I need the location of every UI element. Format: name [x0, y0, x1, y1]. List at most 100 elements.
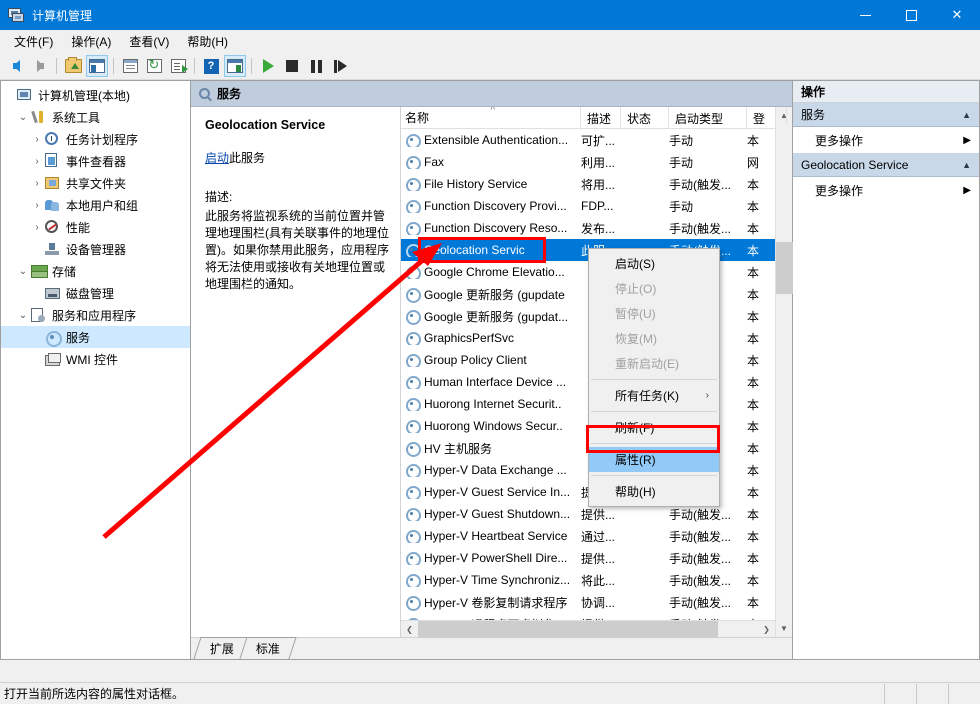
- context-menu-item[interactable]: 刷新(F): [589, 415, 719, 440]
- refresh-icon[interactable]: [143, 55, 165, 77]
- tree-expander-icon[interactable]: ›: [29, 134, 45, 145]
- menu-item-2[interactable]: 查看(V): [120, 30, 178, 53]
- actions-more-actions-item[interactable]: 更多操作▶: [793, 177, 979, 203]
- cell-name: HV 主机服务: [401, 440, 581, 457]
- hscroll-track[interactable]: [418, 621, 758, 637]
- table-row[interactable]: Hyper-V 远程桌面虚拟化...提供...手动(触发...本: [401, 613, 775, 620]
- close-button[interactable]: ✕: [934, 0, 980, 30]
- table-row[interactable]: Hyper-V Time Synchroniz...将此...手动(触发...本: [401, 569, 775, 591]
- show-console-tree-icon[interactable]: [86, 55, 108, 77]
- back-arrow-icon[interactable]: [5, 55, 27, 77]
- restart-service-icon[interactable]: [329, 55, 351, 77]
- tree-item-3[interactable]: ›事件查看器: [1, 150, 190, 172]
- column-header-desc[interactable]: 描述: [581, 107, 621, 128]
- horizontal-scrollbar[interactable]: ❮ ❯: [401, 620, 775, 637]
- properties-icon[interactable]: [119, 55, 141, 77]
- menu-item-0[interactable]: 文件(F): [5, 30, 62, 53]
- tree-expander-icon[interactable]: ›: [29, 178, 45, 189]
- tree-item-8[interactable]: ⌄ 存储: [1, 260, 190, 282]
- table-row[interactable]: File History Service将用...手动(触发...本: [401, 173, 775, 195]
- service-name-label: Google 更新服务 (gupdate: [424, 286, 565, 303]
- menu-item-3[interactable]: 帮助(H): [178, 30, 237, 53]
- tree-item-9[interactable]: 磁盘管理: [1, 282, 190, 304]
- start-service-link-row: 启动此服务: [205, 150, 390, 167]
- tree-expander-icon[interactable]: ⌄: [15, 310, 31, 321]
- list-header: 名称^描述状态启动类型登: [401, 107, 775, 129]
- context-menu-item[interactable]: 所有任务(K)›: [589, 383, 719, 408]
- table-row[interactable]: Fax利用...手动网: [401, 151, 775, 173]
- console-tree[interactable]: 计算机管理(本地)⌄系统工具›任务计划程序›事件查看器›共享文件夹›本地用户和组…: [0, 80, 190, 660]
- tree-item-label: 设备管理器: [66, 241, 126, 258]
- toolbar-separator: [194, 58, 195, 74]
- scroll-right-button[interactable]: ❯: [758, 621, 775, 637]
- scroll-left-button[interactable]: ❮: [401, 621, 418, 637]
- tree-item-0[interactable]: 计算机管理(本地): [1, 84, 190, 106]
- context-menu-item[interactable]: 属性(R): [589, 447, 719, 472]
- tree-expander-icon[interactable]: ⌄: [15, 266, 31, 277]
- tree-item-2[interactable]: ›任务计划程序: [1, 128, 190, 150]
- tree-expander-icon[interactable]: ⌄: [15, 112, 31, 123]
- context-menu-item[interactable]: 启动(S): [589, 251, 719, 276]
- cell-logon: 本: [747, 132, 775, 149]
- maximize-button[interactable]: [888, 0, 934, 30]
- view-tabs: 扩展标准: [191, 637, 792, 659]
- actions-group-header[interactable]: Geolocation Service▲: [793, 153, 979, 177]
- menu-item-1[interactable]: 操作(A): [62, 30, 120, 53]
- start-service-link[interactable]: 启动: [205, 151, 229, 165]
- cell-logon: 本: [747, 418, 775, 435]
- tree-item-10[interactable]: ⌄服务和应用程序: [1, 304, 190, 326]
- actions-more-actions-item[interactable]: 更多操作▶: [793, 127, 979, 153]
- export-list-icon[interactable]: [167, 55, 189, 77]
- help-icon[interactable]: ?: [200, 55, 222, 77]
- up-folder-icon[interactable]: [62, 55, 84, 77]
- stop-service-icon[interactable]: [281, 55, 303, 77]
- scroll-down-button[interactable]: ▼: [776, 620, 792, 637]
- table-row[interactable]: Hyper-V 卷影复制请求程序协调...手动(触发...本: [401, 591, 775, 613]
- tree-expander-icon[interactable]: ›: [29, 200, 45, 211]
- service-name-label: Hyper-V Heartbeat Service: [424, 529, 567, 543]
- start-service-icon[interactable]: [257, 55, 279, 77]
- tree-item-7[interactable]: 设备管理器: [1, 238, 190, 260]
- table-row[interactable]: Function Discovery Reso...发布...手动(触发...本: [401, 217, 775, 239]
- cell-startup: 手动: [669, 132, 747, 149]
- tree-item-12[interactable]: WMI 控件: [1, 348, 190, 370]
- hscroll-thumb[interactable]: [418, 621, 718, 638]
- table-row[interactable]: Hyper-V Heartbeat Service通过...手动(触发...本: [401, 525, 775, 547]
- forward-arrow-icon[interactable]: [29, 55, 51, 77]
- column-header-status[interactable]: 状态: [621, 107, 669, 128]
- service-gear-icon: [405, 287, 420, 301]
- column-header-name[interactable]: 名称^: [401, 107, 581, 128]
- tree-item-11[interactable]: 服务: [1, 326, 190, 348]
- view-tab-1[interactable]: 标准: [239, 637, 296, 659]
- vscroll-thumb[interactable]: [776, 242, 793, 294]
- tree-item-label: 存储: [52, 263, 76, 280]
- cell-name: Google 更新服务 (gupdat...: [401, 308, 581, 325]
- tree-item-5[interactable]: ›本地用户和组: [1, 194, 190, 216]
- tree-item-1[interactable]: ⌄系统工具: [1, 106, 190, 128]
- tree-expander-icon[interactable]: ›: [29, 156, 45, 167]
- actions-group-header[interactable]: 服务▲: [793, 103, 979, 127]
- context-menu-item: 重新启动(E): [589, 351, 719, 376]
- show-action-pane-icon[interactable]: [224, 55, 246, 77]
- tree-item-4[interactable]: ›共享文件夹: [1, 172, 190, 194]
- cell-logon: 本: [747, 330, 775, 347]
- table-row[interactable]: Function Discovery Provi...FDP...手动本: [401, 195, 775, 217]
- tree-node-icon: [45, 219, 62, 235]
- pause-service-icon[interactable]: [305, 55, 327, 77]
- minimize-button[interactable]: [842, 0, 888, 30]
- context-menu-item[interactable]: 帮助(H): [589, 479, 719, 504]
- service-gear-icon: [405, 331, 420, 345]
- service-gear-icon: [405, 221, 420, 235]
- collapse-caret-icon[interactable]: ▲: [962, 160, 971, 170]
- vertical-scrollbar[interactable]: ▲ ▼: [775, 107, 792, 637]
- table-row[interactable]: Extensible Authentication...可扩...手动本: [401, 129, 775, 151]
- cell-name: Hyper-V Time Synchroniz...: [401, 573, 581, 587]
- column-header-startup[interactable]: 启动类型: [669, 107, 747, 128]
- table-row[interactable]: Hyper-V PowerShell Dire...提供...手动(触发...本: [401, 547, 775, 569]
- vscroll-track[interactable]: [776, 124, 792, 620]
- tree-expander-icon[interactable]: ›: [29, 222, 45, 233]
- tree-item-6[interactable]: ›性能: [1, 216, 190, 238]
- context-menu[interactable]: 启动(S)停止(O)暂停(U)恢复(M)重新启动(E)所有任务(K)›刷新(F)…: [588, 248, 720, 507]
- cell-logon: 本: [747, 308, 775, 325]
- collapse-caret-icon[interactable]: ▲: [962, 110, 971, 120]
